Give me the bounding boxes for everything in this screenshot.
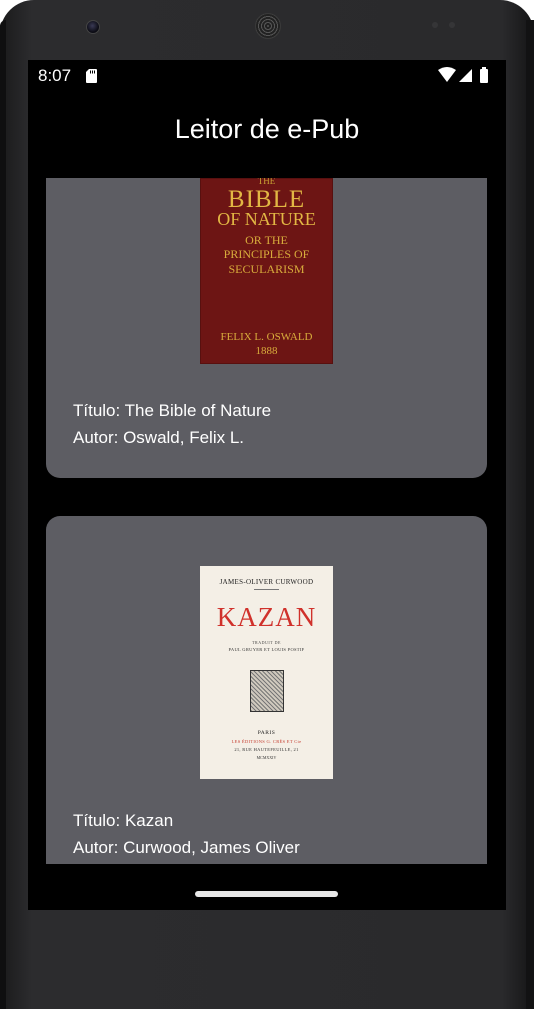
cover-ornament-icon — [250, 670, 284, 712]
phone-left-edge — [0, 20, 6, 1009]
gesture-nav-bar — [28, 864, 506, 910]
cover-text: 1888 — [255, 345, 278, 357]
app-title: Leitor de e-Pub — [174, 114, 360, 144]
home-gesture-handle[interactable] — [195, 891, 338, 897]
cover-text: PARIS — [257, 730, 276, 736]
book-cover-image: JAMES-OLIVER CURWOOD KAZAN TRADUIT DE PA… — [200, 566, 333, 779]
cover-text: PAUL GRUYER ET LOUIS POSTIF — [228, 647, 305, 652]
cover-text: SECULARISM — [228, 262, 305, 276]
cover-text: OR THE — [245, 233, 288, 247]
book-info: Título: Kazan Autor: Curwood, James Oliv… — [73, 807, 300, 861]
cover-text: KAZAN — [216, 602, 317, 632]
cover-text: MCMXXIV — [256, 755, 277, 760]
cover-text: JAMES-OLIVER CURWOOD — [219, 578, 314, 586]
cover-text: FELIX L. OSWALD — [220, 331, 313, 343]
book-card[interactable]: JAMES-OLIVER CURWOOD KAZAN TRADUIT DE PA… — [46, 516, 487, 864]
cover-text: LES ÉDITIONS G. CRÈS ET Cie — [231, 739, 302, 744]
cover-text: THE — [257, 178, 276, 186]
book-card[interactable]: THE BIBLE OF NATURE OR THE PRINCIPLES OF… — [46, 178, 487, 478]
book-author: Autor: Curwood, James Oliver — [73, 838, 300, 857]
book-author: Autor: Oswald, Felix L. — [73, 428, 245, 447]
book-title: Título: Kazan — [73, 811, 174, 830]
cover-divider — [254, 589, 279, 590]
book-title: Título: The Bible of Nature — [73, 401, 272, 420]
phone-right-edge — [526, 20, 534, 1009]
wifi-icon — [438, 67, 456, 82]
battery-icon — [480, 67, 488, 83]
status-bar: 8:07 — [28, 60, 506, 92]
app-bar: Leitor de e-Pub — [28, 92, 506, 178]
earpiece-speaker-icon — [255, 13, 281, 39]
book-info: Título: The Bible of Nature Autor: Oswal… — [73, 397, 271, 451]
phone-frame: 8:07 Leitor de e-Pub THE BIBLE OF NATURE… — [0, 0, 534, 1009]
light-sensor-icon — [449, 22, 455, 28]
book-list[interactable]: THE BIBLE OF NATURE OR THE PRINCIPLES OF… — [28, 178, 506, 864]
screen: 8:07 Leitor de e-Pub THE BIBLE OF NATURE… — [28, 60, 506, 910]
cover-text: 21, RUE HAUTEFEUILLE, 21 — [234, 747, 299, 752]
status-icons — [438, 67, 488, 83]
proximity-sensor-icon — [432, 22, 438, 28]
cover-text: OF NATURE — [217, 209, 316, 229]
status-time: 8:07 — [38, 66, 72, 85]
cellular-signal-icon — [459, 69, 472, 82]
cover-text: TRADUIT DE — [252, 640, 281, 645]
front-camera-icon — [86, 20, 100, 34]
cover-text: PRINCIPLES OF — [223, 247, 310, 261]
sd-card-icon — [86, 69, 97, 83]
book-cover-image: THE BIBLE OF NATURE OR THE PRINCIPLES OF… — [200, 178, 333, 364]
